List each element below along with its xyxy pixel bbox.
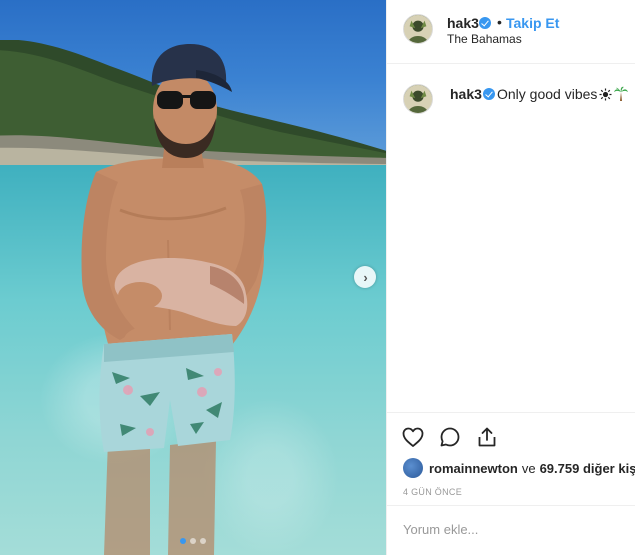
verified-badge-icon (479, 17, 491, 29)
follow-button[interactable]: Takip Et (506, 15, 559, 31)
avatar[interactable] (403, 14, 433, 44)
caption-username[interactable]: hak3 (450, 86, 482, 102)
post-photo[interactable]: › (0, 0, 386, 555)
first-liker-link[interactable]: romainnewton (429, 461, 518, 476)
separator-dot: • (497, 14, 502, 30)
post-timestamp[interactable]: 4 GÜN ÖNCE (403, 487, 462, 497)
share-button[interactable] (475, 425, 499, 449)
caption-text: Only good vibes (497, 86, 598, 102)
likes-connector: ve (521, 460, 536, 476)
sun-emoji (599, 88, 612, 104)
post-actions-section: romainnewton ve 69.759 diğer kişi 4 GÜN … (387, 412, 635, 504)
next-photo-button[interactable]: › (354, 266, 376, 288)
comment-input[interactable] (403, 522, 623, 537)
username[interactable]: hak3 (447, 15, 479, 31)
palm-tree-emoji (614, 86, 629, 104)
verified-badge-icon (483, 88, 495, 100)
carousel-dot (180, 538, 186, 544)
post-side-panel: hak3 • Takip Et The Bahamas hak3 Only go… (386, 0, 635, 555)
like-button[interactable] (401, 425, 425, 449)
avatar[interactable] (403, 84, 433, 114)
carousel-dot (190, 538, 196, 544)
next-arrow-icon: › (363, 269, 368, 285)
comment-button[interactable] (438, 425, 462, 449)
location-link[interactable]: The Bahamas (447, 32, 522, 46)
share-icon (478, 427, 496, 447)
heart-icon (402, 427, 424, 447)
comment-box (387, 505, 635, 555)
carousel-dot (200, 538, 206, 544)
comment-icon (440, 427, 460, 447)
other-likers-link[interactable]: 69.759 diğer kişi (540, 461, 635, 476)
likes-summary: romainnewton ve 69.759 diğer kişi (403, 458, 635, 478)
caption-text-wrap: Only good vibes (497, 86, 629, 104)
liker-avatar[interactable] (403, 458, 423, 478)
post-header: hak3 • Takip Et The Bahamas (387, 0, 635, 64)
action-bar (401, 425, 499, 449)
photo-person (81, 44, 267, 555)
carousel-dots (0, 538, 386, 544)
